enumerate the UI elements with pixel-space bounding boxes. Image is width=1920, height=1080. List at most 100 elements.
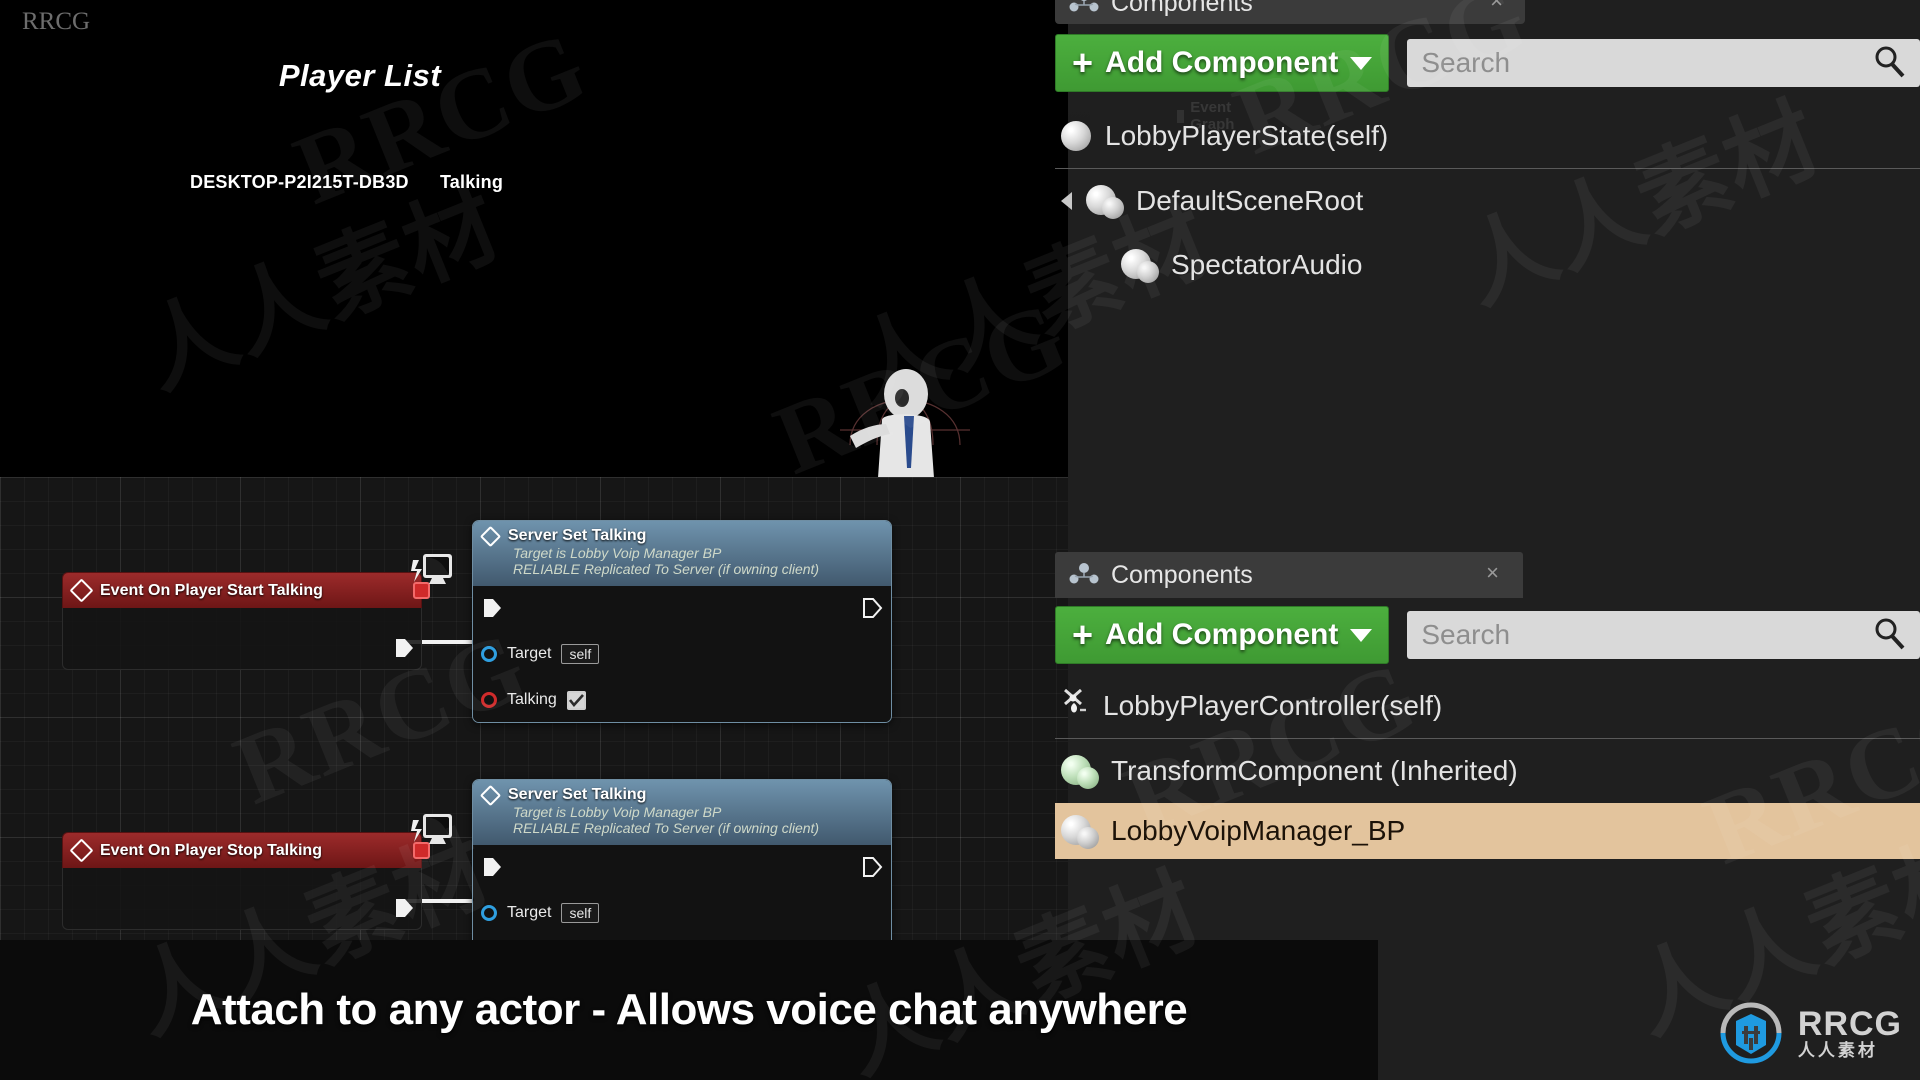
- player-machine-name: DESKTOP-P2I215T-DB3D: [190, 172, 409, 192]
- search-input-top[interactable]: Search: [1407, 39, 1920, 87]
- search-placeholder-top: Search: [1421, 47, 1511, 78]
- components-tab-title-top: Components: [1111, 0, 1253, 17]
- exec-output-pin[interactable]: [393, 637, 415, 659]
- function-node-header: Server Set Talking Target is Lobby Voip …: [473, 780, 891, 846]
- tree-row-label: SpectatorAudio: [1171, 249, 1363, 280]
- add-component-label-top: Add Component: [1105, 46, 1339, 79]
- function-node-title-row: Server Set Talking: [479, 784, 881, 806]
- event-node-header: Event On Player Start Talking: [62, 554, 452, 608]
- blueprint-component-icon: [1061, 815, 1099, 849]
- tree-row-lobbyplayerstate[interactable]: LobbyPlayerState(self): [1055, 104, 1920, 168]
- function-node-subtitle-1: Target is Lobby Voip Manager BP: [513, 804, 722, 820]
- function-node-subtitle-1: Target is Lobby Voip Manager BP: [513, 545, 722, 561]
- rrcg-logo-mark-icon: [1718, 1000, 1784, 1066]
- exec-output-pin[interactable]: [861, 597, 883, 619]
- function-diamond-icon: [479, 525, 502, 547]
- talking-checkbox[interactable]: [566, 690, 586, 710]
- tree-row-label: DefaultSceneRoot: [1136, 185, 1364, 216]
- components-tab-bottom[interactable]: Components ×: [1055, 552, 1523, 598]
- function-node-subtitle-2: RELIABLE Replicated To Server (if owning…: [513, 820, 820, 837]
- function-node-subtitle-2: RELIABLE Replicated To Server (if owning…: [513, 561, 820, 578]
- player-list-title: Player List: [278, 58, 442, 93]
- game-viewport[interactable]: Player List DESKTOP-P2I215T-DB3D Talking: [0, 0, 1068, 477]
- components-tree-top: LobbyPlayerState(self) DefaultSceneRoot …: [1055, 104, 1920, 297]
- chevron-down-icon: [1350, 628, 1373, 642]
- mannequin-character: [830, 350, 980, 477]
- player-list-row: DESKTOP-P2I215T-DB3D Talking: [190, 172, 503, 193]
- rrcg-logo-text-block: RRCG 人人素材: [1798, 1007, 1902, 1060]
- tree-row-label: LobbyVoipManager_BP: [1111, 815, 1406, 846]
- caption-bar: Attach to any actor - Allows voice chat …: [0, 940, 1378, 1080]
- rrcg-logo: RRCG 人人素材: [1718, 1000, 1902, 1066]
- corner-brand-label: RRCG: [22, 8, 91, 35]
- pin-label-target: Target: [507, 904, 552, 922]
- event-node-body: [62, 868, 422, 930]
- tree-row-lobbyplayercontroller[interactable]: LobbyPlayerController(self): [1055, 674, 1920, 738]
- node-event-on-player-stop-talking[interactable]: Event On Player Stop Talking: [62, 814, 452, 930]
- function-exec-row: [473, 845, 891, 889]
- talking-pin-icon[interactable]: [481, 692, 497, 709]
- plus-icon: +: [1072, 614, 1094, 655]
- search-icon: [1872, 616, 1906, 655]
- exec-input-pin[interactable]: [481, 856, 503, 878]
- target-pin-icon[interactable]: [481, 646, 497, 663]
- rrcg-logo-subtext: 人人素材: [1797, 1040, 1878, 1061]
- event-diamond-icon: [69, 838, 94, 863]
- function-diamond-icon: [479, 784, 502, 806]
- target-pin-icon[interactable]: [481, 905, 497, 922]
- function-node-title: Server Set Talking: [508, 786, 647, 803]
- audio-component-icon: [1121, 249, 1159, 283]
- tree-row-defaultsceneroot[interactable]: DefaultSceneRoot: [1055, 169, 1920, 233]
- tree-row-label: LobbyPlayerController(self): [1103, 690, 1443, 721]
- components-tab-title-bottom: Components: [1111, 560, 1253, 589]
- tree-row-lobbyvoipmanager-bp[interactable]: LobbyVoipManager_BP: [1055, 803, 1920, 859]
- transform-icon: [1061, 755, 1099, 789]
- chevron-down-icon: [1350, 56, 1373, 70]
- caption-text: Attach to any actor - Allows voice chat …: [190, 985, 1188, 1034]
- controller-icon: [1061, 688, 1089, 725]
- search-input-bottom[interactable]: Search: [1407, 611, 1920, 659]
- rrcg-logo-text: RRCG: [1797, 1004, 1902, 1043]
- node-server-set-talking-1[interactable]: Server Set Talking Target is Lobby Voip …: [472, 520, 892, 724]
- event-node-title: Event On Player Stop Talking: [100, 841, 322, 859]
- pin-label-talking: Talking: [507, 691, 557, 709]
- event-node-header: Event On Player Stop Talking: [62, 814, 452, 868]
- components-panel-icon: [1069, 561, 1099, 590]
- pin-value-target[interactable]: self: [561, 644, 600, 665]
- close-icon[interactable]: ×: [1490, 0, 1503, 14]
- components-panel-icon: [1069, 0, 1099, 18]
- tree-row-label: TransformComponent (Inherited): [1111, 755, 1518, 786]
- components-toolbar-bottom: + Add Component Search: [1055, 604, 1920, 666]
- tree-row-spectatoraudio[interactable]: SpectatorAudio: [1055, 233, 1920, 297]
- pin-row-talking: Talking: [473, 678, 891, 722]
- event-node-title: Event On Player Start Talking: [100, 581, 323, 599]
- add-component-button-top[interactable]: + Add Component: [1055, 34, 1390, 92]
- sphere-icon: [1061, 121, 1091, 151]
- function-node-title-row: Server Set Talking: [479, 525, 881, 547]
- function-node-title: Server Set Talking: [508, 527, 647, 544]
- search-placeholder-bottom: Search: [1421, 619, 1511, 650]
- exec-input-pin[interactable]: [481, 597, 503, 619]
- function-node-header: Server Set Talking Target is Lobby Voip …: [473, 521, 891, 587]
- components-tab-top[interactable]: Components ×: [1055, 0, 1525, 24]
- exec-output-pin[interactable]: [861, 856, 883, 878]
- pin-label-target: Target: [507, 645, 552, 663]
- pin-row-target: Target self: [473, 630, 891, 678]
- event-diamond-icon: [69, 578, 94, 603]
- pin-value-target[interactable]: self: [561, 903, 600, 924]
- tree-row-label: LobbyPlayerState(self): [1105, 120, 1389, 151]
- pin-row-target: Target self: [473, 889, 891, 937]
- plus-icon: +: [1072, 42, 1094, 83]
- search-icon: [1872, 44, 1906, 83]
- function-exec-row: [473, 586, 891, 630]
- replication-monitor-icon: [410, 810, 454, 850]
- replication-monitor-icon: [410, 550, 454, 590]
- components-toolbar-top: + Add Component Search: [1055, 32, 1920, 94]
- add-component-button-bottom[interactable]: + Add Component: [1055, 606, 1390, 664]
- expander-triangle-icon[interactable]: [1061, 192, 1072, 210]
- node-event-on-player-start-talking[interactable]: Event On Player Start Talking: [62, 554, 452, 670]
- exec-output-pin[interactable]: [393, 897, 415, 919]
- tree-row-transformcomponent[interactable]: TransformComponent (Inherited): [1055, 739, 1920, 803]
- function-node-body: Target self Talking: [473, 586, 891, 723]
- close-icon[interactable]: ×: [1486, 560, 1499, 586]
